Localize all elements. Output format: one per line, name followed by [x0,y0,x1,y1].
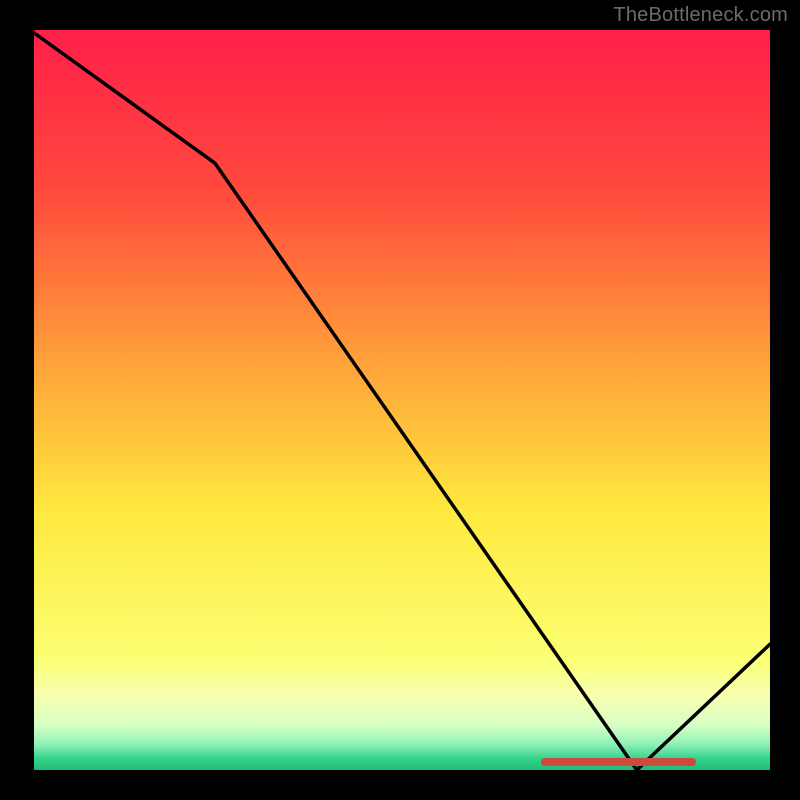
sweet-spot-marker [541,758,696,766]
watermark-text: TheBottleneck.com [613,4,788,27]
plot-area [30,30,770,770]
chart-container: TheBottleneck.com [0,0,800,800]
bottleneck-curve [30,30,770,770]
